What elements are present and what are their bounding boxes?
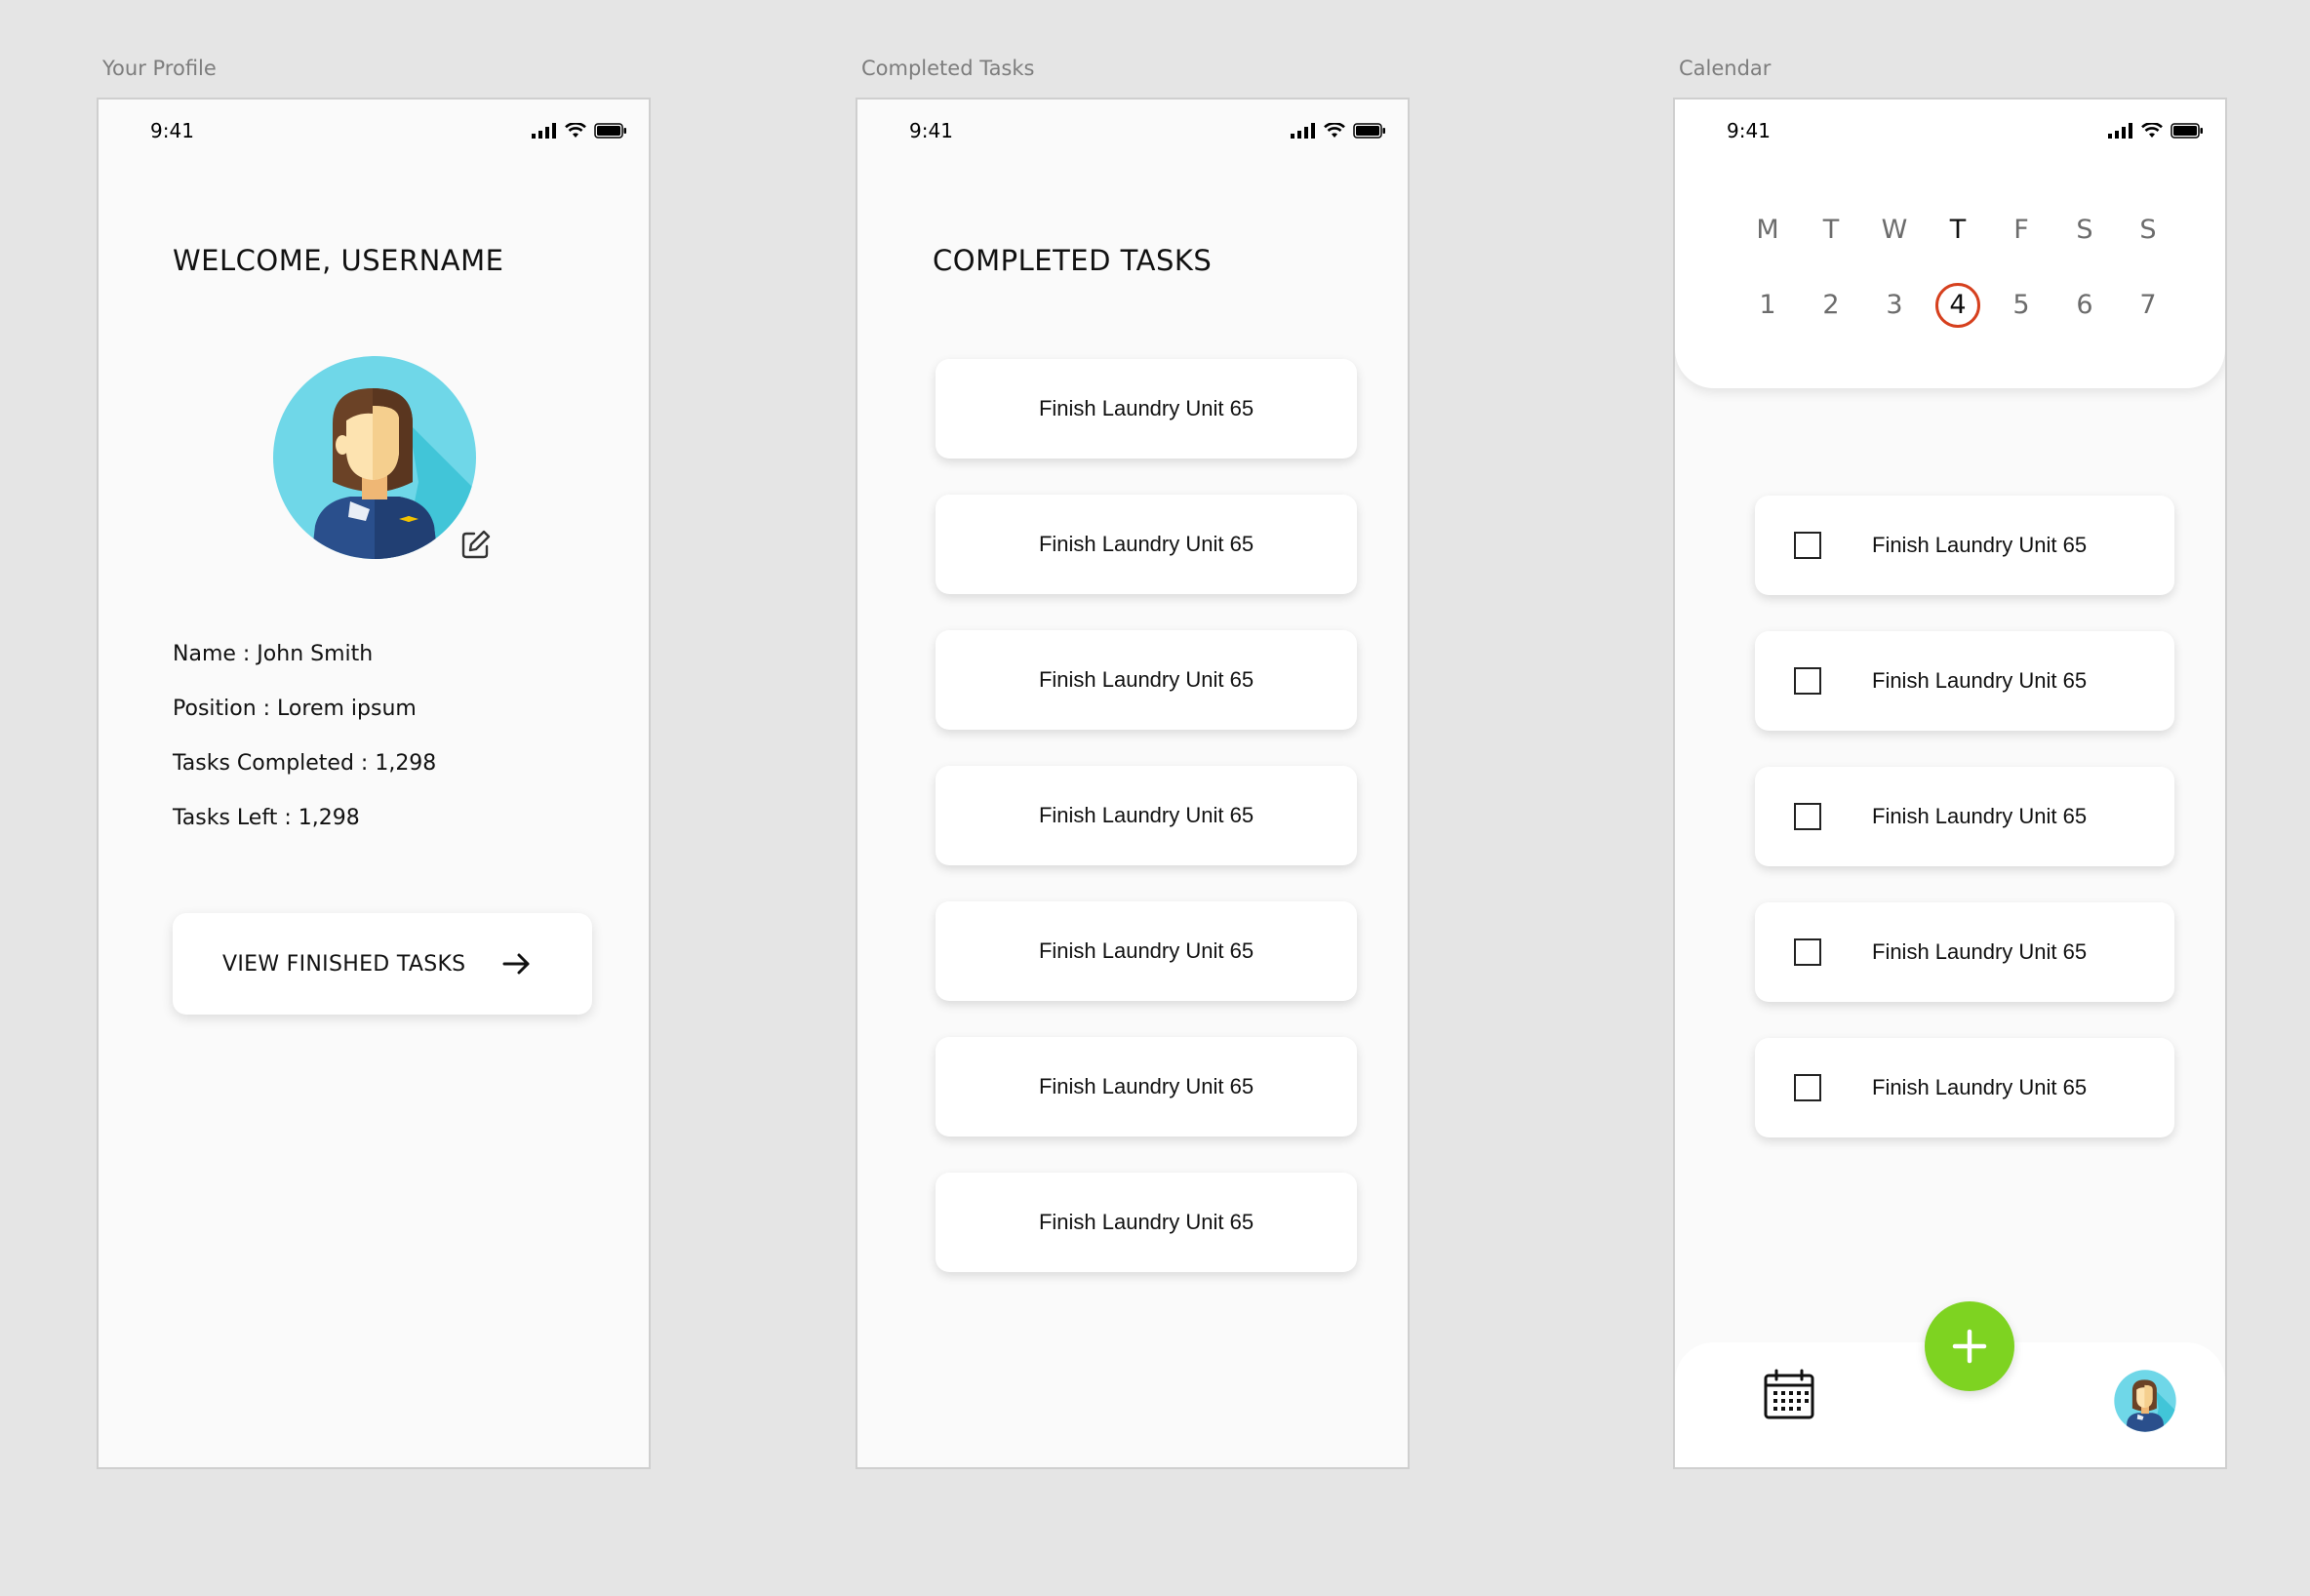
task-checkbox[interactable] <box>1794 803 1821 830</box>
weekday-label-today: T <box>1949 215 1967 245</box>
calendar-screen: 9:41 M T W T F S S 1 2 3 4 5 6 7 Finish … <box>1673 98 2227 1469</box>
completed-task-card[interactable]: Finish Laundry Unit 65 <box>936 1037 1357 1137</box>
plus-icon <box>1952 1329 1987 1364</box>
calendar-date[interactable]: 2 <box>1807 283 1855 328</box>
cellular-signal-icon <box>532 123 556 139</box>
status-time: 9:41 <box>150 119 194 142</box>
calendar-task-card[interactable]: Finish Laundry Unit 65 <box>1755 1038 2174 1137</box>
calendar-task-card[interactable]: Finish Laundry Unit 65 <box>1755 902 2174 1002</box>
artboard-label-profile: Your Profile <box>102 57 217 80</box>
completed-task-card[interactable]: Finish Laundry Unit 65 <box>936 1173 1357 1272</box>
completed-task-card[interactable]: Finish Laundry Unit 65 <box>936 495 1357 594</box>
welcome-title: WELCOME, USERNAME <box>173 244 504 277</box>
cellular-signal-icon <box>2108 123 2132 139</box>
edit-profile-icon[interactable] <box>460 529 492 560</box>
wifi-icon <box>565 123 586 138</box>
calendar-date[interactable]: 7 <box>2124 283 2172 328</box>
task-checkbox[interactable] <box>1794 667 1821 695</box>
wifi-icon <box>1324 123 1345 138</box>
status-time: 9:41 <box>1727 119 1771 142</box>
battery-icon <box>1353 123 1385 139</box>
weekday-label: M <box>1756 215 1779 245</box>
completed-task-card[interactable]: Finish Laundry Unit 65 <box>936 901 1357 1001</box>
calendar-task-card[interactable]: Finish Laundry Unit 65 <box>1755 767 2174 866</box>
calendar-task-label: Finish Laundry Unit 65 <box>1872 533 2088 557</box>
task-checkbox[interactable] <box>1794 1074 1821 1101</box>
arrow-right-icon <box>502 953 530 975</box>
completed-task-card[interactable]: Finish Laundry Unit 65 <box>936 766 1357 865</box>
weekday-label: T <box>1822 215 1840 245</box>
calendar-task-label: Finish Laundry Unit 65 <box>1872 939 2088 964</box>
artboard-label-calendar: Calendar <box>1679 57 1772 80</box>
completed-task-card[interactable]: Finish Laundry Unit 65 <box>936 359 1357 459</box>
tasks-left-line: Tasks Left : 1,298 <box>173 806 360 830</box>
completed-task-card[interactable]: Finish Laundry Unit 65 <box>936 630 1357 730</box>
calendar-nav-icon[interactable] <box>1763 1368 1815 1420</box>
calendar-task-card[interactable]: Finish Laundry Unit 65 <box>1755 496 2174 595</box>
cellular-signal-icon <box>1291 123 1315 139</box>
artboard-label-completed: Completed Tasks <box>861 57 1035 80</box>
name-line: Name : John Smith <box>173 642 374 666</box>
profile-screen: 9:41 WELCOME, USERNAME Name: John Smith… <box>97 98 651 1469</box>
tasks-completed-line: Tasks Completed : 1,298 <box>173 751 437 776</box>
calendar-date[interactable]: 1 <box>1743 283 1792 328</box>
weekday-label: S <box>2139 215 2157 245</box>
status-bar: 9:41 <box>857 100 1408 158</box>
profile-nav-avatar[interactable] <box>2114 1370 2176 1432</box>
position-line: Position : Lorem ipsum <box>173 697 417 721</box>
battery-icon <box>2171 123 2203 139</box>
weekday-label: S <box>2076 215 2093 245</box>
calendar-task-label: Finish Laundry Unit 65 <box>1872 804 2088 828</box>
battery-icon <box>594 123 626 139</box>
calendar-date[interactable]: 3 <box>1870 283 1919 328</box>
status-bar: 9:41 <box>1675 100 2225 158</box>
add-task-button[interactable] <box>1925 1301 2014 1391</box>
calendar-task-card[interactable]: Finish Laundry Unit 65 <box>1755 631 2174 731</box>
calendar-date[interactable]: 5 <box>1997 283 2046 328</box>
weekday-label: W <box>1881 215 1908 245</box>
calendar-task-label: Finish Laundry Unit 65 <box>1872 668 2088 693</box>
view-finished-tasks-label: VIEW FINISHED TASKS <box>222 951 466 977</box>
calendar-date-selected[interactable]: 4 <box>1935 283 1980 328</box>
view-finished-tasks-button[interactable]: VIEW FINISHED TASKS <box>173 913 592 1015</box>
status-time: 9:41 <box>909 119 953 142</box>
profile-avatar[interactable] <box>272 355 477 560</box>
weekday-label: F <box>2013 215 2029 245</box>
completed-tasks-screen: 9:41 COMPLETED TASKS Finish Laundry Unit… <box>856 98 1410 1469</box>
calendar-date[interactable]: 6 <box>2060 283 2109 328</box>
task-checkbox[interactable] <box>1794 938 1821 966</box>
status-bar: 9:41 <box>99 100 649 158</box>
task-checkbox[interactable] <box>1794 532 1821 559</box>
calendar-task-label: Finish Laundry Unit 65 <box>1872 1075 2088 1099</box>
wifi-icon <box>2141 123 2163 138</box>
completed-tasks-title: COMPLETED TASKS <box>933 244 1213 277</box>
